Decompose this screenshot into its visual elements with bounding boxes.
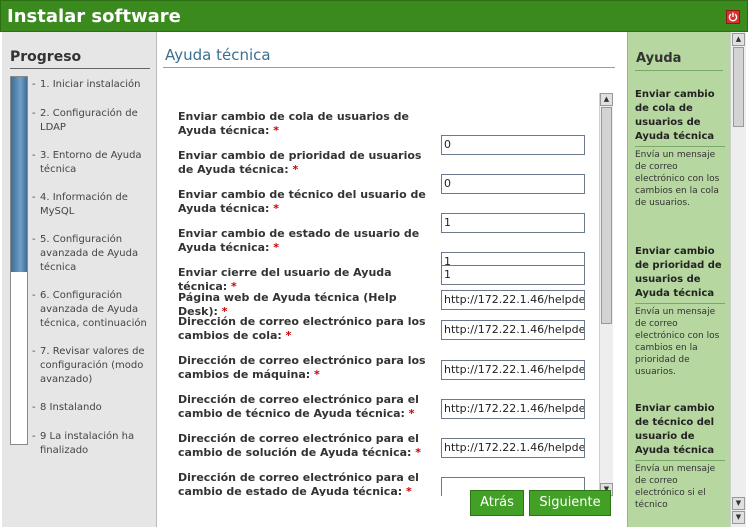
help-section: Enviar cambio de cola de usuarios de Ayu… xyxy=(635,88,725,209)
step-7: -7. Revisar valores de configuración (mo… xyxy=(32,346,145,385)
window-title: Instalar software xyxy=(7,6,181,27)
divider xyxy=(10,68,150,69)
step-1: -1. Iniciar instalación xyxy=(32,79,141,90)
step-2: -2. Configuración de LDAP xyxy=(32,108,138,133)
help-section-heading: Enviar cambio de cola de usuarios de Ayu… xyxy=(635,89,715,142)
field-label: Enviar cambio de cola de usuarios de Ayu… xyxy=(178,110,409,137)
scroll-up-icon[interactable]: ▲ xyxy=(732,33,745,46)
field-label: Dirección de correo electrónico para el … xyxy=(178,393,419,420)
help-section-body: Envía un mensaje de correo electrónico s… xyxy=(635,464,716,510)
field-label: Enviar cambio de prioridad de usuarios d… xyxy=(178,149,422,176)
scroll-thumb[interactable] xyxy=(601,107,612,324)
scroll-up-icon[interactable]: ▲ xyxy=(600,93,613,106)
progress-sidebar: Progreso -1. Iniciar instalación -2. Con… xyxy=(2,32,157,527)
step-6: -6. Configuración avanzada de Ayuda técn… xyxy=(32,290,147,329)
step-9: -9 La instalación ha finalizado xyxy=(32,431,135,456)
help-section: Enviar cambio de prioridad de usuarios d… xyxy=(635,245,725,378)
technician-change-input[interactable]: 1 xyxy=(441,213,585,233)
power-icon xyxy=(728,12,738,22)
next-button[interactable]: Siguiente xyxy=(529,490,611,516)
help-section-heading: Enviar cambio de prioridad de usuarios d… xyxy=(635,246,722,299)
help-panel: Ayuda Enviar cambio de cola de usuarios … xyxy=(627,32,730,527)
settings-form: Enviar cambio de cola de usuarios de Ayu… xyxy=(175,92,607,496)
divider xyxy=(635,303,725,304)
queue-change-input[interactable]: 0 xyxy=(441,135,585,155)
scroll-thumb[interactable] xyxy=(733,47,744,127)
divider xyxy=(635,70,723,71)
field-label: Dirección de correo electrónico para los… xyxy=(178,315,426,342)
step-3: -3. Entorno de Ayuda técnica xyxy=(32,150,142,175)
field-label: Dirección de correo electrónico para el … xyxy=(178,432,422,459)
helpdesk-url-input[interactable]: http://172.22.1.46/helpde xyxy=(441,290,585,310)
technician-email-input[interactable]: http://172.22.1.46/helpde xyxy=(441,399,585,419)
power-close-icon[interactable] xyxy=(726,10,740,24)
divider xyxy=(635,460,725,461)
step-8: -8 Instalando xyxy=(32,402,102,413)
help-scrollbar[interactable]: ▲ ▼ ▼ xyxy=(730,32,746,527)
field-label: Enviar cierre del usuario de Ayuda técni… xyxy=(178,266,392,293)
form-scrollbar[interactable]: ▲ ▼ xyxy=(599,93,613,497)
help-section: Enviar cambio de técnico del usuario de … xyxy=(635,402,725,511)
help-section-body: Envía un mensaje de correo electrónico c… xyxy=(635,307,720,377)
page-title: Ayuda técnica xyxy=(165,46,271,64)
step-4: -4. Información de MySQL xyxy=(32,192,128,217)
help-section-body: Envía un mensaje de correo electrónico c… xyxy=(635,150,720,208)
back-button[interactable]: Atrás xyxy=(470,490,524,516)
progress-bar xyxy=(10,76,28,445)
progress-heading: Progreso xyxy=(10,49,82,65)
field-label: Enviar cambio de estado de usuario de Ay… xyxy=(178,227,420,254)
machine-email-input[interactable]: http://172.22.1.46/helpde xyxy=(441,360,585,380)
progress-bar-fill xyxy=(11,77,27,272)
close-input[interactable]: 1 xyxy=(441,265,585,285)
window-titlebar: Instalar software xyxy=(0,0,748,32)
scroll-down-icon[interactable]: ▼ xyxy=(732,511,745,524)
solution-email-input[interactable]: http://172.22.1.46/helpde xyxy=(441,438,585,458)
step-5: -5. Configuración avanzada de Ayuda técn… xyxy=(32,234,139,273)
field-label: Dirección de correo electrónico para el … xyxy=(178,471,419,496)
main-panel: Ayuda técnica Enviar cambio de cola de u… xyxy=(157,32,627,527)
priority-change-input[interactable]: 0 xyxy=(441,174,585,194)
help-section-heading: Enviar cambio de técnico del usuario de … xyxy=(635,403,715,456)
field-label: Enviar cambio de técnico del usuario de … xyxy=(178,188,426,215)
field-label: Dirección de correo electrónico para los… xyxy=(178,354,426,381)
help-title: Ayuda xyxy=(636,51,682,66)
scroll-down-icon[interactable]: ▼ xyxy=(732,497,745,510)
divider xyxy=(635,146,725,147)
queue-email-input[interactable]: http://172.22.1.46/helpde xyxy=(441,320,585,340)
divider xyxy=(163,67,615,68)
